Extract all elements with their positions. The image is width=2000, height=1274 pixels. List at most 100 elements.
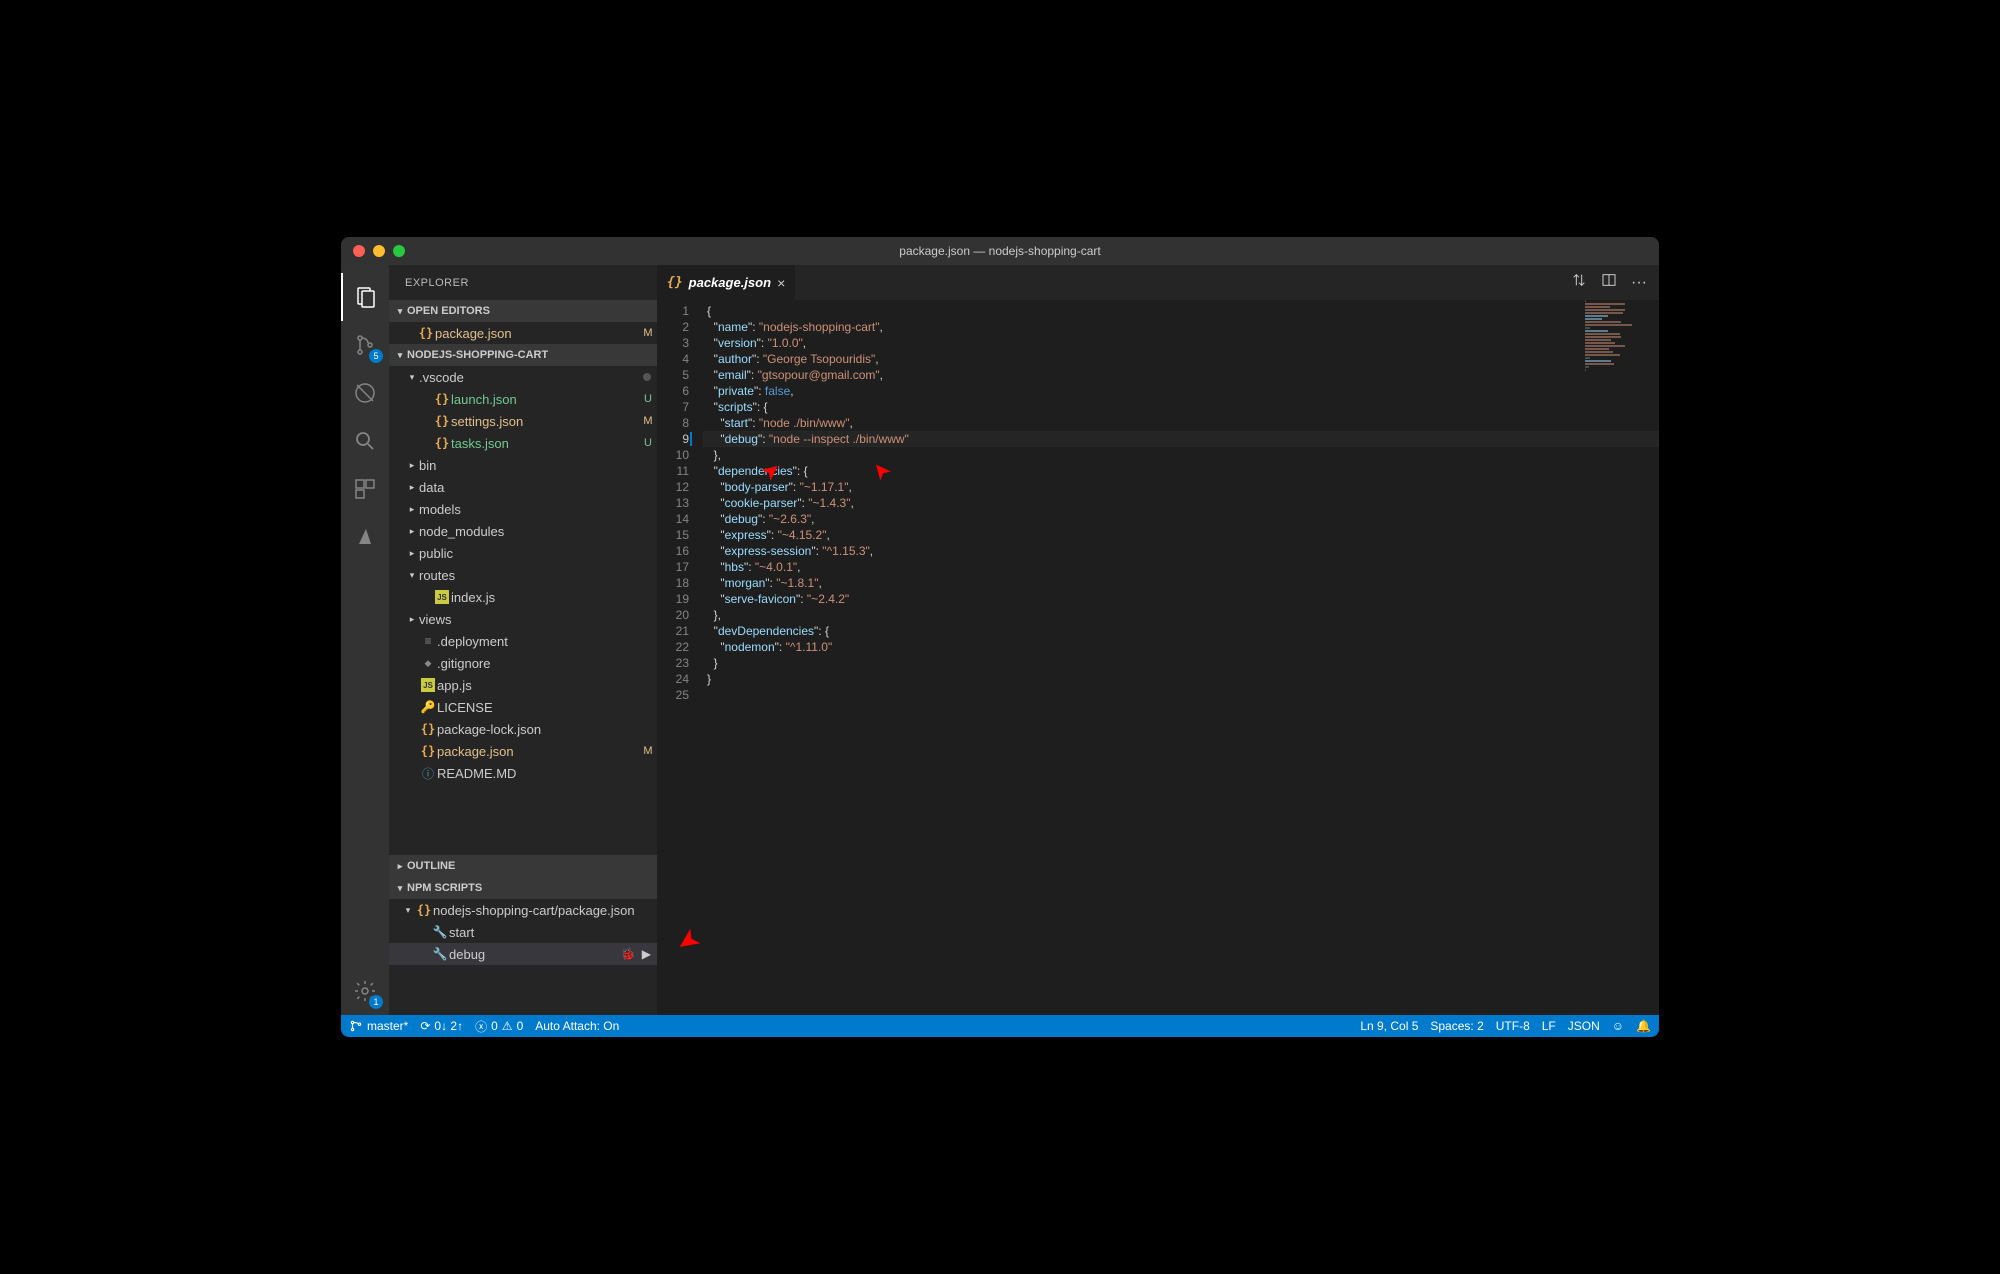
workspace-header[interactable]: ▾ NODEJS-SHOPPING-CART (389, 344, 657, 366)
file-label: routes (419, 568, 657, 583)
tree-item[interactable]: ▸models (389, 498, 657, 520)
indentation-status[interactable]: Spaces: 2 (1430, 1019, 1483, 1033)
open-editor-item[interactable]: {}package.jsonM (389, 322, 657, 344)
tree-item[interactable]: ▸public (389, 542, 657, 564)
npm-scripts-header[interactable]: ▾ NPM SCRIPTS (389, 877, 657, 899)
tree-item[interactable]: ⓘREADME.MD (389, 762, 657, 784)
npm-script-item[interactable]: 🔧start (389, 921, 657, 943)
code-editor[interactable]: 1234567891011121314151617181920212223242… (657, 300, 1659, 1015)
open-editors-label: OPEN EDITORS (407, 305, 490, 317)
problems-status[interactable]: ⓧ0 ⚠0 (475, 1018, 523, 1035)
settings-icon[interactable]: 1 (341, 967, 389, 1015)
script-icon: 🔧 (431, 947, 449, 961)
more-actions-icon[interactable]: ··· (1631, 274, 1647, 292)
npm-script-item[interactable]: 🔧debug🐞 ▶ (389, 943, 657, 965)
split-editor-icon[interactable] (1601, 272, 1617, 293)
azure-icon[interactable] (341, 513, 389, 561)
tree-item[interactable]: ▾routes (389, 564, 657, 586)
tree-item[interactable]: {}package.jsonM (389, 740, 657, 762)
tab-package-json[interactable]: {} package.json × (657, 265, 796, 300)
git-branch[interactable]: master* (349, 1019, 408, 1033)
workspace-label: NODEJS-SHOPPING-CART (407, 349, 548, 361)
tree-item[interactable]: {}tasks.jsonU (389, 432, 657, 454)
encoding-status[interactable]: UTF-8 (1496, 1019, 1530, 1033)
script-label: debug (449, 947, 621, 962)
script-icon: {} (415, 903, 433, 917)
minimap[interactable] (1585, 300, 1645, 400)
branch-name: master* (367, 1019, 408, 1033)
search-icon[interactable] (341, 417, 389, 465)
open-editors-header[interactable]: ▾ OPEN EDITORS (389, 300, 657, 322)
scm-badge: 5 (369, 349, 383, 363)
file-label: index.js (451, 590, 657, 605)
git-status: M (639, 415, 657, 427)
git-status: U (639, 393, 657, 405)
language-mode[interactable]: JSON (1568, 1019, 1600, 1033)
titlebar: package.json — nodejs-shopping-cart (341, 237, 1659, 265)
file-label: package-lock.json (437, 722, 657, 737)
file-icon: {} (433, 436, 451, 450)
line-gutter: 1234567891011121314151617181920212223242… (657, 300, 703, 1015)
file-icon: ⓘ (419, 765, 437, 782)
twistie-icon: ▾ (401, 905, 415, 916)
feedback-icon[interactable]: ☺ (1612, 1019, 1624, 1033)
file-label: data (419, 480, 657, 495)
tab-bar: {} package.json × ··· (657, 265, 1659, 300)
eol-status[interactable]: LF (1542, 1019, 1556, 1033)
workspace-tree: ▾.vscode{}launch.jsonU{}settings.jsonM{}… (389, 366, 657, 784)
twistie-icon: ▾ (405, 570, 419, 581)
tree-item[interactable]: ▸bin (389, 454, 657, 476)
file-label: README.MD (437, 766, 657, 781)
outline-header[interactable]: ▸ OUTLINE (389, 855, 657, 877)
close-icon[interactable]: × (777, 275, 785, 291)
tree-item[interactable]: ▸views (389, 608, 657, 630)
file-label: bin (419, 458, 657, 473)
window-title: package.json — nodejs-shopping-cart (899, 244, 1100, 258)
close-window-button[interactable] (353, 245, 365, 257)
outline-label: OUTLINE (407, 860, 455, 872)
file-label: node_modules (419, 524, 657, 539)
explorer-icon[interactable] (341, 273, 389, 321)
debug-icon[interactable] (341, 369, 389, 417)
tree-item[interactable]: JSindex.js (389, 586, 657, 608)
auto-attach-status[interactable]: Auto Attach: On (535, 1019, 619, 1033)
extensions-icon[interactable] (341, 465, 389, 513)
tree-item[interactable]: ▸data (389, 476, 657, 498)
npm-script-item[interactable]: ▾{}nodejs-shopping-cart/package.json (389, 899, 657, 921)
tree-item[interactable]: 🔑LICENSE (389, 696, 657, 718)
file-icon: JS (433, 590, 451, 604)
file-label: LICENSE (437, 700, 657, 715)
scm-icon[interactable]: 5 (341, 321, 389, 369)
tree-item[interactable]: ◆.gitignore (389, 652, 657, 674)
zoom-window-button[interactable] (393, 245, 405, 257)
code-content[interactable]: { "name": "nodejs-shopping-cart", "versi… (703, 300, 1659, 1015)
run-script-icon[interactable]: ▶ (642, 947, 651, 961)
file-icon: 🔑 (419, 700, 437, 714)
file-label: settings.json (451, 414, 639, 429)
tree-item[interactable]: ≡.deployment (389, 630, 657, 652)
vscode-window: package.json — nodejs-shopping-cart 5 (341, 237, 1659, 1037)
sync-status[interactable]: ⟳0↓ 2↑ (420, 1019, 463, 1033)
minimize-window-button[interactable] (373, 245, 385, 257)
notifications-icon[interactable]: 🔔 (1636, 1019, 1651, 1033)
file-icon: ≡ (419, 634, 437, 648)
chevron-down-icon: ▾ (393, 306, 407, 317)
tree-item[interactable]: {}package-lock.json (389, 718, 657, 740)
tab-label: package.json (689, 275, 771, 290)
script-icon: 🔧 (431, 925, 449, 939)
cursor-position[interactable]: Ln 9, Col 5 (1360, 1019, 1418, 1033)
status-bar: master* ⟳0↓ 2↑ ⓧ0 ⚠0 Auto Attach: On Ln … (341, 1015, 1659, 1037)
compare-changes-icon[interactable] (1571, 272, 1587, 293)
tree-item[interactable]: JSapp.js (389, 674, 657, 696)
tree-item[interactable]: ▸node_modules (389, 520, 657, 542)
twistie-icon: ▸ (405, 614, 419, 625)
tree-item[interactable]: {}launch.jsonU (389, 388, 657, 410)
script-label: nodejs-shopping-cart/package.json (433, 903, 657, 918)
twistie-icon: ▸ (405, 526, 419, 537)
tree-item[interactable]: ▾.vscode (389, 366, 657, 388)
npm-scripts-label: NPM SCRIPTS (407, 882, 482, 894)
file-label: app.js (437, 678, 657, 693)
debug-script-icon[interactable]: 🐞 (621, 947, 636, 961)
tree-item[interactable]: {}settings.jsonM (389, 410, 657, 432)
file-label: package.json (435, 326, 639, 341)
